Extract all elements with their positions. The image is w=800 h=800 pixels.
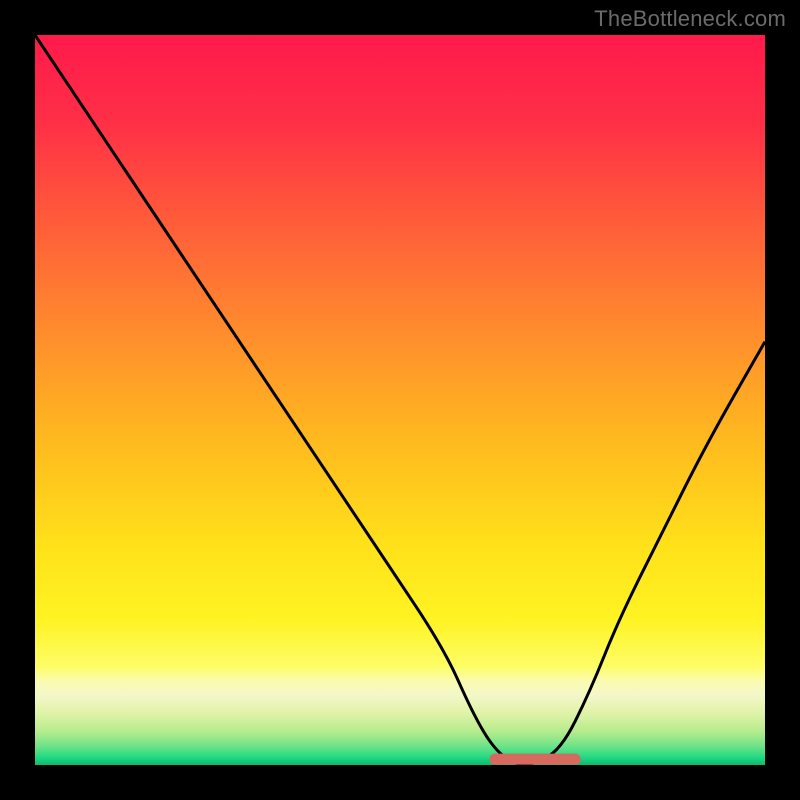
watermark-text: TheBottleneck.com [594,6,786,32]
background-gradient [35,35,765,765]
chart-frame: TheBottleneck.com [0,0,800,800]
plot-area [35,35,765,765]
